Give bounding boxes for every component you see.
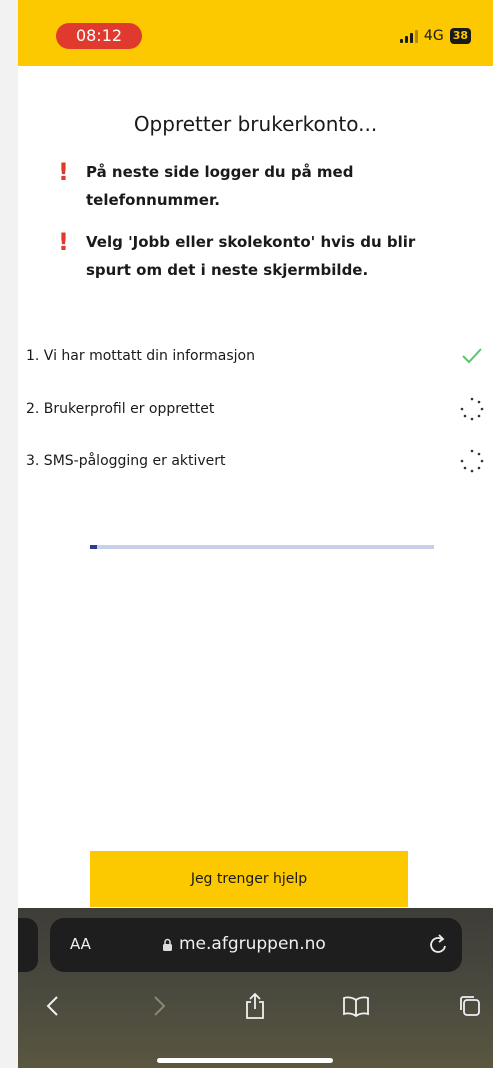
tabs-icon[interactable] bbox=[454, 990, 486, 1022]
status-bar: 08:12 4G 38 bbox=[18, 0, 493, 66]
progress-bar-fill bbox=[90, 545, 97, 549]
notice-account-type: ! Velg 'Jobb eller skolekonto' hvis du b… bbox=[58, 228, 458, 284]
previous-tab[interactable] bbox=[18, 918, 38, 972]
step-information-received: 1. Vi har mottatt din informasjon bbox=[26, 342, 486, 370]
network-type: 4G bbox=[423, 28, 444, 44]
forward-arrow-icon[interactable] bbox=[144, 990, 176, 1022]
status-time: 08:12 bbox=[56, 23, 142, 49]
lock-icon bbox=[163, 938, 172, 951]
step-label: 1. Vi har mottatt din informasjon bbox=[26, 348, 255, 364]
page-title: Oppretter brukerkonto... bbox=[133, 112, 378, 136]
reload-icon[interactable] bbox=[428, 933, 448, 959]
text-size-button[interactable]: AA bbox=[70, 935, 91, 953]
url-text: me.afgruppen.no bbox=[179, 934, 326, 954]
notice-text: Velg 'Jobb eller skolekonto' hvis du bli… bbox=[86, 233, 416, 279]
step-sms-login-activated: 3. SMS-pålogging er aktivert bbox=[26, 447, 486, 475]
status-indicators: 4G 38 bbox=[399, 26, 471, 46]
progress-bar bbox=[90, 545, 434, 549]
step-label: 2. Brukerprofil er opprettet bbox=[26, 401, 215, 417]
loading-spinner-icon bbox=[458, 395, 486, 423]
home-indicator[interactable] bbox=[157, 1058, 333, 1063]
phone-screen: 08:12 4G 38 Oppretter brukerkonto... ! P… bbox=[18, 0, 493, 1068]
back-arrow-icon[interactable] bbox=[36, 990, 68, 1022]
battery-icon: 38 bbox=[449, 28, 471, 44]
loading-spinner-icon bbox=[458, 447, 486, 475]
notice-phone-login: ! På neste side logger du på med telefon… bbox=[58, 158, 458, 214]
cellular-signal-icon bbox=[399, 29, 418, 43]
notice-text: På neste side logger du på med telefonnu… bbox=[86, 163, 354, 209]
address-bar[interactable]: AA me.afgruppen.no bbox=[50, 918, 462, 972]
step-label: 3. SMS-pålogging er aktivert bbox=[26, 453, 226, 469]
checkmark-icon bbox=[458, 342, 486, 370]
help-button[interactable]: Jeg trenger hjelp bbox=[90, 851, 408, 907]
step-profile-created: 2. Brukerprofil er opprettet bbox=[26, 395, 486, 423]
browser-chrome: AA me.afgruppen.no bbox=[18, 908, 493, 1068]
bookmarks-icon[interactable] bbox=[340, 990, 372, 1022]
exclamation-icon: ! bbox=[58, 158, 69, 186]
share-icon[interactable] bbox=[239, 990, 271, 1022]
exclamation-icon: ! bbox=[58, 228, 69, 256]
url-display: me.afgruppen.no bbox=[162, 934, 326, 954]
